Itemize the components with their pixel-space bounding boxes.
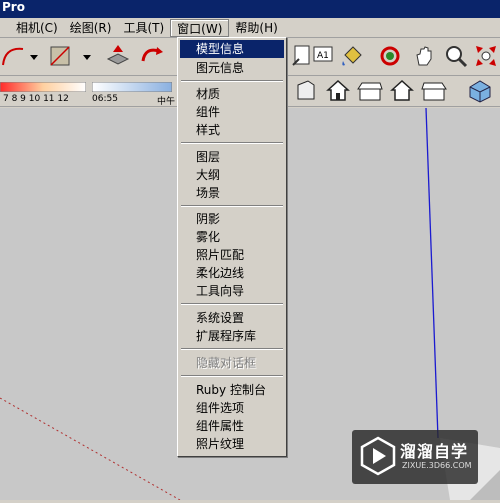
menu-item-fog[interactable]: 雾化 [180, 228, 284, 246]
house-front-view-icon[interactable] [324, 77, 352, 105]
menu-item-model-info[interactable]: 模型信息 [180, 40, 284, 58]
time-label: 06:55 [92, 94, 118, 104]
house-back-view-icon[interactable] [388, 77, 416, 105]
noon-label: 中午 [157, 97, 176, 107]
blue-axis-line [425, 107, 439, 439]
month-gradient[interactable] [0, 82, 86, 92]
arc-tool-icon[interactable] [0, 42, 28, 70]
time-gradient[interactable] [92, 82, 172, 92]
rotate-tool-icon[interactable] [138, 42, 166, 70]
orbit-icon[interactable] [376, 42, 404, 70]
menu-separator [181, 142, 283, 144]
menu-item-photo-textures[interactable]: 照片纹理 [180, 435, 284, 453]
title-bar: Pro [0, 0, 500, 18]
menu-item-entity-info[interactable]: 图元信息 [180, 59, 284, 77]
chevron-down-icon[interactable] [29, 52, 39, 62]
menu-item-styles[interactable]: 样式 [180, 121, 284, 139]
month-labels: 7 8 9 10 11 12 [3, 94, 69, 104]
menu-item-hide-dialogs: 隐藏对话框 [196, 356, 257, 370]
house-left-view-icon[interactable] [420, 77, 448, 105]
menu-item-materials[interactable]: 材质 [180, 85, 284, 103]
play-logo-icon [360, 436, 396, 476]
menu-help[interactable]: 帮助(H) [229, 19, 283, 37]
menu-bar: 相机(C) 绘图(R) 工具(T) 窗口(W) 帮助(H) [0, 18, 500, 38]
menu-item-extension-warehouse[interactable]: 扩展程序库 [180, 327, 284, 345]
watermark: 溜溜自学 ZIXUE.3D66.COM [352, 430, 478, 484]
pan-hand-icon[interactable] [410, 42, 438, 70]
menu-separator [181, 303, 283, 305]
menu-item-component-options[interactable]: 组件选项 [180, 399, 284, 417]
window-title: Pro [2, 0, 25, 14]
watermark-url: ZIXUE.3D66.COM [402, 461, 472, 470]
red-axis-dotted-line [0, 397, 181, 501]
menu-item-layers[interactable]: 图层 [180, 148, 284, 166]
menu-separator [181, 348, 283, 350]
menu-item-match-photo[interactable]: 照片匹配 [180, 246, 284, 264]
watermark-brand: 溜溜自学 [400, 442, 469, 461]
zoom-extents-icon[interactable] [472, 42, 500, 70]
menu-item-preferences[interactable]: 系统设置 [180, 309, 284, 327]
menu-tools[interactable]: 工具(T) [117, 19, 170, 37]
zoom-icon[interactable] [442, 42, 470, 70]
menu-item-outliner[interactable]: 大纲 [180, 166, 284, 184]
menu-item-scenes[interactable]: 场景 [180, 184, 284, 202]
xray-cube-icon[interactable] [466, 77, 494, 105]
menu-item-ruby-console[interactable]: Ruby 控制台 [180, 381, 284, 399]
menu-draw[interactable]: 绘图(R) [64, 19, 118, 37]
menu-item-components[interactable]: 组件 [180, 103, 284, 121]
menu-item-soften-edges[interactable]: 柔化边线 [180, 264, 284, 282]
menu-item-component-attributes[interactable]: 组件属性 [180, 417, 284, 435]
house-right-view-icon[interactable] [356, 77, 384, 105]
chevron-down-icon[interactable] [82, 52, 92, 62]
menu-item-instructor[interactable]: 工具向导 [180, 282, 284, 300]
menu-separator [181, 205, 283, 207]
menu-separator [181, 80, 283, 82]
paint-bucket-icon[interactable] [338, 42, 366, 70]
menu-separator [181, 375, 283, 377]
text-label-icon[interactable]: A1 [308, 42, 336, 70]
standard-view-icon[interactable] [292, 77, 320, 105]
menu-camera[interactable]: 相机(C) [10, 19, 64, 37]
menu-window[interactable]: 窗口(W) [170, 18, 230, 37]
move-tool-icon[interactable] [104, 42, 132, 70]
svg-text:A1: A1 [317, 51, 329, 61]
window-dropdown-menu: 模型信息 图元信息 材质 组件 样式 图层 大纲 场景 阴影 雾化 照片匹配 柔… [177, 37, 287, 457]
menu-item-shadows[interactable]: 阴影 [180, 210, 284, 228]
rectangle-tool-icon[interactable] [46, 42, 74, 70]
